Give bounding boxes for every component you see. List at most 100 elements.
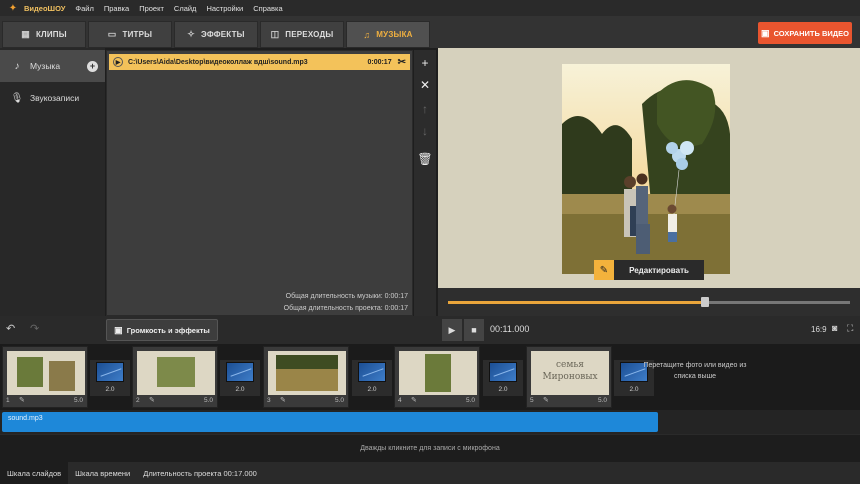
- bottom-bar: Шкала слайдов Шкала времени Длительность…: [0, 462, 860, 484]
- total-music-duration: Общая длительность музыки: 0:00:17: [285, 293, 408, 300]
- transition-duration: 2.0: [105, 386, 115, 393]
- slide-number: 4: [398, 397, 402, 404]
- transition-item[interactable]: 2.0: [483, 360, 523, 396]
- transition-duration: 2.0: [235, 386, 245, 393]
- tab-titles-label: ТИТРЫ: [122, 30, 153, 39]
- slide-number: 3: [267, 397, 271, 404]
- app-logo-icon: ✦: [8, 2, 18, 14]
- play-track-icon[interactable]: ▶: [113, 57, 123, 67]
- audio-clip[interactable]: sound.mp3: [2, 412, 658, 432]
- slide-thumbnail[interactable]: семья Мироновых 5 ✎ 5.0: [526, 346, 612, 408]
- music-track-row[interactable]: ▶ C:\Users\Aida\Desktop\видеоколлаж вдш\…: [109, 54, 410, 70]
- slide-number: 2: [136, 397, 140, 404]
- pencil-icon[interactable]: ✎: [411, 396, 417, 404]
- track-path: C:\Users\Aida\Desktop\видеоколлаж вдш\so…: [128, 58, 308, 66]
- menu-edit[interactable]: Правка: [104, 4, 129, 13]
- camera-icon[interactable]: ◙: [832, 323, 837, 333]
- tab-transitions-label: ПЕРЕХОДЫ: [285, 30, 334, 39]
- slide-duration: 5.0: [597, 397, 607, 404]
- undo-icon[interactable]: ↶: [6, 322, 15, 335]
- sidebar-item-music[interactable]: ♪ Музыка +: [0, 50, 105, 82]
- total-project-duration: Общая длительность проекта: 0:00:17: [283, 305, 408, 312]
- slide-duration: 5.0: [334, 397, 344, 404]
- microphone-icon: 🎙: [10, 92, 24, 104]
- slide-thumbnail[interactable]: 4 ✎ 5.0: [394, 346, 480, 408]
- slide-strip: 1 ✎ 5.0 2.0 2 ✎ 5.0 2.0 3 ✎ 5.0 2.0 4 ✎: [0, 344, 860, 410]
- pencil-icon[interactable]: ✎: [149, 396, 155, 404]
- tab-music[interactable]: ♫ МУЗЫКА: [346, 21, 430, 48]
- slide-thumbnail[interactable]: 1 ✎ 5.0: [2, 346, 88, 408]
- pencil-icon[interactable]: ✎: [280, 396, 286, 404]
- sidebar-item-music-label: Музыка: [30, 61, 61, 71]
- save-video-button[interactable]: ▣ СОХРАНИТЬ ВИДЕО: [758, 22, 852, 44]
- pencil-icon[interactable]: ✎: [543, 396, 549, 404]
- main-toolbar: ▦ КЛИПЫ ▭ ТИТРЫ ✧ ЭФФЕКТЫ ◫ ПЕРЕХОДЫ ♫ МУЗЫКА: [0, 16, 860, 48]
- add-music-icon[interactable]: +: [87, 61, 98, 72]
- transition-thumbnail: [358, 362, 386, 382]
- redo-icon[interactable]: ↷: [30, 322, 39, 335]
- tab-effects-label: ЭФФЕКТЫ: [201, 30, 245, 39]
- add-track-icon[interactable]: +: [414, 56, 436, 70]
- transitions-icon: ◫: [270, 29, 280, 39]
- volume-effects-button[interactable]: ▣ Громкость и эффекты: [106, 319, 218, 341]
- slide-thumbnail[interactable]: 3 ✎ 5.0: [263, 346, 349, 408]
- sidebar-item-recordings-label: Звукозаписи: [30, 93, 80, 103]
- music-sidebar: ♪ Музыка + 🎙 Звукозаписи: [0, 48, 105, 316]
- progress-track[interactable]: [448, 297, 850, 307]
- fullscreen-icon[interactable]: ⛶: [847, 323, 853, 334]
- music-totals: Общая длительность музыки: 0:00:17 Общая…: [284, 291, 408, 315]
- transition-item[interactable]: 2.0: [90, 360, 130, 396]
- menu-project[interactable]: Проект: [139, 4, 164, 13]
- tab-transitions[interactable]: ◫ ПЕРЕХОДЫ: [260, 21, 344, 48]
- transition-thumbnail: [96, 362, 124, 382]
- mic-track[interactable]: Дважды кликните для записи с микрофона: [0, 434, 860, 462]
- menu-file[interactable]: Файл: [75, 4, 93, 13]
- transition-duration: 2.0: [498, 386, 508, 393]
- volume-effects-label: Громкость и эффекты: [126, 325, 210, 335]
- edit-slide-button[interactable]: ✎ Редактировать: [594, 260, 704, 280]
- slide-thumbnail[interactable]: 2 ✎ 5.0: [132, 346, 218, 408]
- audio-track: sound.mp3: [0, 410, 860, 434]
- menu-help[interactable]: Справка: [253, 4, 282, 13]
- sidebar-item-recordings[interactable]: 🎙 Звукозаписи: [0, 82, 105, 114]
- play-button[interactable]: ▶: [442, 319, 462, 341]
- slide-number: 5: [530, 397, 534, 404]
- tab-clips[interactable]: ▦ КЛИПЫ: [2, 21, 86, 48]
- pencil-icon[interactable]: ✎: [19, 396, 25, 404]
- music-list: ▶ C:\Users\Aida\Desktop\видеоколлаж вдш\…: [106, 50, 413, 316]
- slide-image: [137, 351, 215, 395]
- track-duration: 0:00:17: [367, 58, 392, 66]
- stop-button[interactable]: ■: [464, 319, 484, 341]
- slide-title-text: семья Мироновых: [542, 360, 598, 382]
- menu-bar: ✦ ВидеоШОУ Файл Правка Проект Слайд Наст…: [0, 0, 860, 16]
- playback-progress[interactable]: [438, 288, 860, 316]
- transition-duration: 2.0: [367, 386, 377, 393]
- transition-item[interactable]: 2.0: [220, 360, 260, 396]
- menu-settings[interactable]: Настройки: [206, 4, 243, 13]
- effects-icon: ✧: [187, 29, 196, 39]
- slide-image: [268, 351, 346, 395]
- progress-handle[interactable]: [701, 297, 710, 307]
- app-title: ВидеоШОУ: [24, 3, 66, 13]
- slide-image: [399, 351, 477, 395]
- tab-slide-strip[interactable]: Шкала слайдов: [0, 462, 69, 484]
- progress-fill: [448, 301, 706, 304]
- remove-track-icon[interactable]: ✕: [414, 78, 436, 92]
- scissors-icon[interactable]: ✂: [398, 57, 406, 68]
- edit-slide-label: Редактировать: [629, 265, 689, 275]
- titles-icon: ▭: [107, 29, 117, 39]
- transition-duration: 2.0: [629, 386, 639, 393]
- menu-slide[interactable]: Слайд: [174, 4, 197, 13]
- aspect-ratio[interactable]: 16:9: [811, 325, 827, 334]
- timecode: 00:11.000: [490, 324, 530, 334]
- move-up-icon[interactable]: ↑: [414, 102, 436, 116]
- tab-titles[interactable]: ▭ ТИТРЫ: [88, 21, 172, 48]
- move-down-icon[interactable]: ↓: [414, 124, 436, 138]
- tab-effects[interactable]: ✧ ЭФФЕКТЫ: [174, 21, 258, 48]
- preview-photo: [562, 64, 730, 274]
- drop-hint: Перетащите фото или видео из списка выше: [643, 362, 747, 380]
- transition-item[interactable]: 2.0: [352, 360, 392, 396]
- tab-timeline[interactable]: Шкала времени: [68, 462, 137, 484]
- mic-hint: Дважды кликните для записи с микрофона: [360, 445, 500, 452]
- trash-icon[interactable]: 🗑: [414, 152, 436, 166]
